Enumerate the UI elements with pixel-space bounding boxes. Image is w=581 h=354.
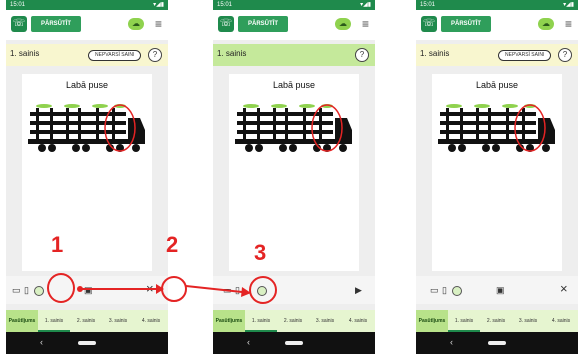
help-icon[interactable]: ? (355, 48, 369, 62)
tab-trailer-3[interactable]: 3. sainis (102, 310, 134, 332)
truck-drawing (28, 104, 145, 152)
home-nav-icon[interactable] (78, 341, 96, 345)
flatbed-icon[interactable]: ▭ (430, 284, 439, 296)
camera-icon[interactable]: ▣ (496, 284, 505, 296)
bottom-toolbar: ▭ ▯ ▣ × (416, 276, 578, 304)
phone-screen-3: 15:01 ▾◢▮ ☏ PĀRSŪTĪT ☁ ≡ 1. sainis NEPVA… (416, 0, 578, 354)
phone-call-button[interactable]: ☏ (218, 16, 234, 32)
forward-button[interactable]: PĀRSŪTĪT (441, 16, 491, 32)
menu-icon[interactable]: ≡ (565, 16, 572, 32)
timber-icon[interactable] (34, 286, 44, 296)
help-icon[interactable]: ? (558, 48, 572, 62)
arrow-step-2-to-3 (185, 285, 251, 297)
side-label: Labā puse (65, 80, 109, 90)
tab-trailer-4[interactable]: 4. sainis (341, 310, 375, 332)
android-nav-bar: ‹ (213, 332, 375, 354)
back-nav-icon[interactable]: ‹ (40, 337, 43, 347)
menu-icon[interactable]: ≡ (155, 16, 162, 32)
android-nav-bar: ‹ (416, 332, 578, 354)
trailer-tabs: Pasūtījums 1. sainis 2. sainis 3. sainis… (213, 310, 375, 332)
tab-trailer-4[interactable]: 4. sainis (134, 310, 168, 332)
top-bar: ☏ PĀRSŪTĪT ☁ ≡ (213, 10, 375, 40)
trailer-header: 1. sainis ? (213, 44, 375, 66)
tab-trailer-2[interactable]: 2. sainis (480, 310, 512, 332)
hide-trailer-button[interactable]: NEPVARSĪ SAINI (88, 50, 142, 61)
tab-trailer-3[interactable]: 3. sainis (512, 310, 544, 332)
home-nav-icon[interactable] (488, 341, 506, 345)
phone-call-button[interactable]: ☏ (11, 16, 27, 32)
play-icon[interactable]: ▶ (355, 284, 362, 296)
tab-trailer-1[interactable]: 1. sainis (38, 310, 70, 332)
tab-trailer-4[interactable]: 4. sainis (544, 310, 578, 332)
status-bar: 15:01 ▾◢▮ (213, 0, 375, 10)
step-number-1: 1 (51, 232, 64, 257)
status-bar: 15:01 ▾◢▮ (6, 0, 168, 10)
status-icons: ▾◢▮ (153, 2, 164, 8)
trailer-header: 1. sainis NEPVARSĪ SAINI ? (6, 44, 168, 66)
trailer-title: 1. sainis (10, 49, 40, 58)
status-bar: 15:01 ▾◢▮ (416, 0, 578, 10)
tab-order[interactable]: Pasūtījums (6, 310, 38, 332)
tanker-icon[interactable]: ▯ (442, 284, 447, 296)
step-number-3: 3 (254, 240, 267, 265)
phone-screen-1: 15:01 ▾◢▮ ☏ PĀRSŪTĪT ☁ ≡ 1. sainis NEPVA… (6, 0, 168, 354)
tab-trailer-2[interactable]: 2. sainis (277, 310, 309, 332)
status-time: 15:01 (217, 2, 233, 8)
timber-icon[interactable] (452, 286, 462, 296)
truck-drawing (438, 104, 555, 152)
forward-button[interactable]: PĀRSŪTĪT (238, 16, 288, 32)
trailer-title: 1. sainis (420, 49, 450, 58)
drawing-card: Labā puse (22, 74, 152, 271)
phone-screen-2: 15:01 ▾◢▮ ☏ PĀRSŪTĪT ☁ ≡ 1. sainis ? Lab… (213, 0, 375, 354)
home-nav-icon[interactable] (285, 341, 303, 345)
drawing-card: Labā puse (432, 74, 562, 271)
trailer-title: 1. sainis (217, 49, 247, 58)
back-nav-icon[interactable]: ‹ (450, 337, 453, 347)
trailer-tabs: Pasūtījums 1. sainis 2. sainis 3. sainis… (6, 310, 168, 332)
tanker-icon[interactable]: ▯ (24, 284, 29, 296)
cloud-sync-icon[interactable]: ☁ (128, 18, 144, 30)
cloud-sync-icon[interactable]: ☁ (335, 18, 351, 30)
cloud-sync-icon[interactable]: ☁ (538, 18, 554, 30)
tab-trailer-1[interactable]: 1. sainis (448, 310, 480, 332)
tab-order[interactable]: Pasūtījums (416, 310, 448, 332)
menu-icon[interactable]: ≡ (362, 16, 369, 32)
side-label: Labā puse (475, 80, 519, 90)
tab-trailer-1[interactable]: 1. sainis (245, 310, 277, 332)
side-label: Labā puse (272, 80, 316, 90)
tab-trailer-2[interactable]: 2. sainis (70, 310, 102, 332)
step-number-2: 2 (166, 232, 179, 257)
top-bar: ☏ PĀRSŪTĪT ☁ ≡ (416, 10, 578, 40)
top-bar: ☏ PĀRSŪTĪT ☁ ≡ (6, 10, 168, 40)
trailer-tabs: Pasūtījums 1. sainis 2. sainis 3. sainis… (416, 310, 578, 332)
arrow-step-1-to-2 (77, 284, 164, 294)
phone-call-button[interactable]: ☏ (421, 16, 437, 32)
flatbed-icon[interactable]: ▭ (12, 284, 21, 296)
back-nav-icon[interactable]: ‹ (247, 337, 250, 347)
drawing-card: Labā puse (229, 74, 359, 271)
tab-order[interactable]: Pasūtījums (213, 310, 245, 332)
status-icons: ▾◢▮ (563, 2, 574, 8)
highlight-circle-1 (47, 273, 75, 303)
truck-drawing (235, 104, 352, 152)
trailer-header: 1. sainis NEPVARSĪ SAINI ? (416, 44, 578, 66)
tab-trailer-3[interactable]: 3. sainis (309, 310, 341, 332)
status-icons: ▾◢▮ (360, 2, 371, 8)
status-time: 15:01 (420, 2, 436, 8)
hide-trailer-button[interactable]: NEPVARSĪ SAINI (498, 50, 552, 61)
status-time: 15:01 (10, 2, 26, 8)
help-icon[interactable]: ? (148, 48, 162, 62)
android-nav-bar: ‹ (6, 332, 168, 354)
close-icon[interactable]: × (560, 282, 568, 295)
forward-button[interactable]: PĀRSŪTĪT (31, 16, 81, 32)
